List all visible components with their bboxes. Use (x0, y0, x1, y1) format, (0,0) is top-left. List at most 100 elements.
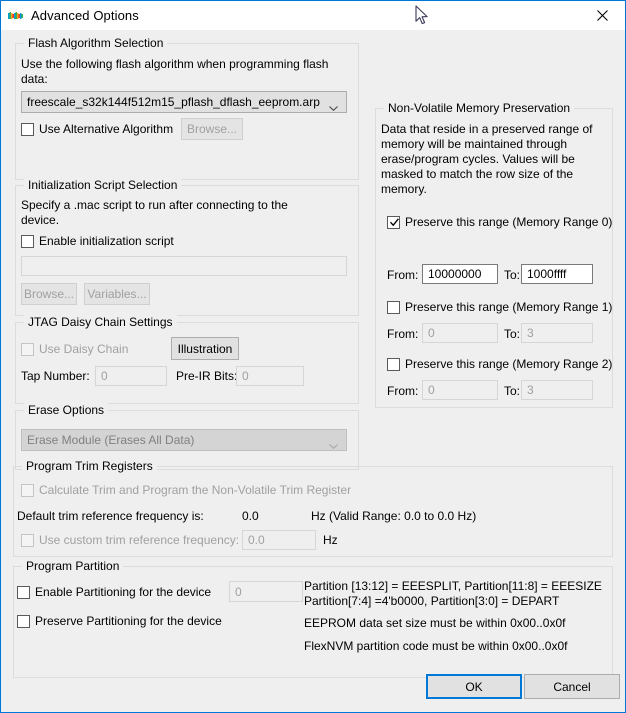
initialization-script-group-title: Initialization Script Selection (24, 178, 182, 192)
custom-trim-frequency-input[interactable]: 0.0 (242, 530, 316, 550)
range-1-to-label: To: (504, 327, 521, 341)
enable-initialization-script-checkbox[interactable]: Enable initialization script (21, 234, 174, 248)
calculate-trim-label: Calculate Trim and Program the Non-Volat… (39, 483, 352, 497)
initialization-script-browse-button[interactable]: Browse... (21, 283, 77, 305)
enable-partitioning-label: Enable Partitioning for the device (35, 585, 212, 599)
range-2-to-value: 3 (527, 383, 534, 397)
initialization-script-variables-label: Variables... (87, 287, 147, 301)
nvm-preservation-description: Data that reside in a preserved range of… (381, 122, 593, 196)
program-partition-group-title: Program Partition (22, 559, 124, 573)
checkbox-box (21, 342, 34, 356)
range-2-from-label: From: (387, 384, 419, 398)
preserve-partitioning-label: Preserve Partitioning for the device (35, 614, 222, 628)
checkbox-box (17, 585, 30, 599)
partition-info-line-4: FlexNVM partition code must be within 0x… (304, 639, 568, 653)
preserve-range-2-label: Preserve this range (Memory Range 2) (405, 357, 613, 371)
illustration-button[interactable]: Illustration (171, 337, 239, 360)
range-2-from-value: 0 (428, 383, 435, 397)
close-button[interactable] (579, 1, 625, 30)
enable-partitioning-checkbox[interactable]: Enable Partitioning for the device (17, 585, 211, 599)
range-1-to-value: 3 (527, 326, 534, 340)
use-alternative-algorithm-checkbox[interactable]: Use Alternative Algorithm (21, 122, 173, 136)
preserve-partitioning-checkbox[interactable]: Preserve Partitioning for the device (17, 614, 222, 628)
default-trim-frequency-value: 0.0 (242, 509, 259, 523)
tap-number-label: Tap Number: (21, 369, 90, 383)
dialog-content: Flash Algorithm Selection Use the follow… (1, 30, 625, 712)
partition-value: 0 (235, 584, 242, 599)
checkbox-box (17, 614, 30, 628)
cancel-label: Cancel (553, 679, 591, 694)
range-0-from-input[interactable]: 10000000 (422, 264, 498, 284)
initialization-script-description: Specify a .mac script to run after conne… (21, 198, 288, 227)
pre-ir-bits-value: 0 (242, 369, 249, 383)
range-0-from-label: From: (387, 268, 419, 282)
range-1-from-value: 0 (428, 326, 435, 340)
checkbox-box (21, 234, 34, 248)
tap-number-value: 0 (101, 369, 108, 383)
use-custom-trim-frequency-checkbox[interactable]: Use custom trim reference frequency: (21, 533, 239, 547)
program-trim-registers-group-title: Program Trim Registers (22, 459, 157, 473)
checkbox-box (387, 357, 400, 371)
checkbox-box (21, 483, 34, 497)
flash-algorithm-browse-label: Browse... (186, 122, 237, 136)
range-2-from-input[interactable]: 0 (422, 380, 498, 400)
flash-algorithm-combo[interactable]: freescale_s32k144f512m15_pflash_dflash_e… (21, 91, 347, 113)
nxp-logo-icon (8, 9, 24, 23)
flash-algorithm-browse-button[interactable]: Browse... (181, 118, 243, 140)
jtag-daisy-chain-group-title: JTAG Daisy Chain Settings (24, 315, 177, 329)
check-icon (389, 217, 400, 228)
range-0-from-value: 10000000 (428, 267, 482, 281)
erase-options-group-title: Erase Options (24, 403, 109, 417)
flash-algorithm-group-title: Flash Algorithm Selection (24, 36, 168, 50)
custom-trim-frequency-units: Hz (323, 533, 338, 547)
range-0-to-value: 1000ffff (527, 267, 567, 281)
range-1-to-input[interactable]: 3 (521, 323, 593, 343)
preserve-range-0-checkbox[interactable]: Preserve this range (Memory Range 0) (387, 215, 612, 229)
preserve-range-2-checkbox[interactable]: Preserve this range (Memory Range 2) (387, 357, 612, 371)
use-alternative-algorithm-label: Use Alternative Algorithm (39, 122, 174, 136)
jtag-daisy-chain-group: JTAG Daisy Chain Settings (15, 315, 359, 404)
partition-info-line-2: Partition[7:4] =4'b0000, Partition[3:0] … (304, 594, 560, 608)
illustration-label: Illustration (177, 341, 233, 356)
title-bar: Advanced Options (1, 1, 625, 30)
erase-options-combo-value: Erase Module (Erases All Data) (27, 433, 195, 447)
preserve-range-1-checkbox[interactable]: Preserve this range (Memory Range 1) (387, 300, 612, 314)
partition-value-input[interactable]: 0 (229, 581, 303, 602)
use-daisy-chain-label: Use Daisy Chain (39, 342, 129, 356)
ok-label: OK (465, 679, 483, 694)
preserve-range-1-label: Preserve this range (Memory Range 1) (405, 300, 613, 314)
range-1-from-label: From: (387, 327, 419, 341)
range-2-to-input[interactable]: 3 (521, 380, 593, 400)
range-1-from-input[interactable]: 0 (422, 323, 498, 343)
initialization-script-path-input[interactable] (21, 256, 347, 276)
enable-initialization-script-label: Enable initialization script (39, 234, 174, 248)
default-trim-frequency-units: Hz (Valid Range: 0.0 to 0.0 Hz) (311, 509, 477, 523)
initialization-script-browse-label: Browse... (23, 287, 74, 301)
flash-algorithm-description: Use the following flash algorithm when p… (21, 57, 329, 86)
partition-info-line-1: Partition [13:12] = EEESPLIT, Partition[… (304, 579, 602, 593)
checkbox-box (21, 122, 34, 136)
preserve-range-0-label: Preserve this range (Memory Range 0) (405, 215, 613, 229)
range-0-to-label: To: (504, 268, 521, 282)
custom-trim-frequency-value: 0.0 (248, 533, 265, 547)
flash-algorithm-combo-value: freescale_s32k144f512m15_pflash_dflash_e… (27, 95, 320, 109)
range-0-to-input[interactable]: 1000ffff (521, 264, 593, 284)
tap-number-input[interactable]: 0 (95, 366, 167, 386)
advanced-options-dialog: Advanced Options Flash Algorithm Selecti… (0, 0, 626, 713)
nvm-preservation-group-title: Non-Volatile Memory Preservation (384, 101, 575, 115)
checkbox-box (387, 215, 400, 229)
erase-options-combo[interactable]: Erase Module (Erases All Data) (21, 429, 347, 451)
cancel-button[interactable]: Cancel (524, 674, 620, 699)
pre-ir-bits-label: Pre-IR Bits: (176, 369, 238, 383)
checkbox-box (387, 300, 400, 314)
chevron-down-icon (329, 438, 338, 450)
pre-ir-bits-input[interactable]: 0 (236, 366, 304, 386)
initialization-script-variables-button[interactable]: Variables... (84, 283, 150, 305)
chevron-down-icon (329, 100, 338, 112)
ok-button[interactable]: OK (426, 674, 522, 699)
default-trim-frequency-label: Default trim reference frequency is: (17, 509, 204, 523)
use-daisy-chain-checkbox[interactable]: Use Daisy Chain (21, 342, 128, 356)
checkbox-box (21, 533, 34, 547)
partition-info-line-3: EEPROM data set size must be within 0x00… (304, 616, 566, 630)
calculate-trim-checkbox[interactable]: Calculate Trim and Program the Non-Volat… (21, 483, 351, 497)
